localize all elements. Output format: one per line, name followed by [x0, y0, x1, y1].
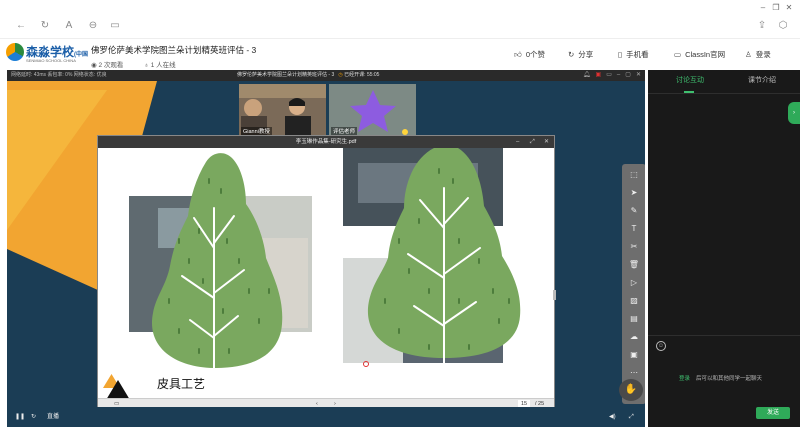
- scissors-tool-icon[interactable]: ✂: [626, 240, 642, 254]
- pdf-viewer[interactable]: 李玉琳作品集-研究生.pdf – ⤢ ✕ 皮具工艺 ▭ ‹ › 15 / 25: [97, 135, 556, 410]
- share-button[interactable]: ↻ 分享: [568, 49, 593, 60]
- trash-tool-icon[interactable]: 🗑︎: [626, 258, 642, 272]
- divider: [648, 335, 800, 336]
- phone-view-button[interactable]: ▯ 手机看: [618, 49, 649, 60]
- pause-icon[interactable]: ❚❚: [15, 407, 25, 427]
- back-arrow-icon[interactable]: ←: [14, 19, 28, 33]
- text-tool-icon[interactable]: T: [626, 222, 642, 236]
- volume-icon[interactable]: ◀︎): [609, 407, 616, 427]
- status-icons: 🔔︎ ▣ ▭ – ▢ ✕: [583, 70, 641, 81]
- online-count: ♁ 1 人在线: [144, 62, 176, 69]
- minimize-icon[interactable]: –: [756, 2, 770, 14]
- text-size-icon[interactable]: A: [62, 19, 76, 33]
- video-name: Gianni教授: [241, 127, 272, 135]
- classroom-stage: 网络延时: 43ms 丢包率: 0% 网络状态: 优良 佛罗伦萨美术学院图兰朵计…: [7, 70, 645, 427]
- share-out-icon[interactable]: ⇪: [755, 19, 769, 33]
- replay-icon[interactable]: ↻: [31, 407, 36, 427]
- media-tool-icon[interactable]: ▷: [626, 276, 642, 290]
- box-tool-icon[interactable]: ▣: [626, 348, 642, 362]
- video-tile-teacher[interactable]: Gianni教授: [239, 84, 326, 137]
- school-logo: 森淼学校(中国 SENMIAO SCHOOL CHINA: [6, 41, 88, 65]
- floating-widget-icon[interactable]: ›: [788, 102, 800, 124]
- send-button[interactable]: 发送: [756, 407, 790, 419]
- view-count: ◉ 2 次观看: [91, 62, 124, 69]
- emoji-icon[interactable]: ☺: [656, 341, 666, 351]
- slide-title: 皮具工艺: [157, 377, 206, 391]
- pointer-tool-icon[interactable]: ➤: [626, 186, 642, 200]
- cloud-tool-icon[interactable]: ☁: [626, 330, 642, 344]
- fullscreen-icon[interactable]: ▢: [625, 72, 631, 78]
- login-button[interactable]: ♙ 登录: [745, 49, 771, 60]
- comment-tool-icon[interactable]: ▤: [626, 312, 642, 326]
- close-icon[interactable]: ✕: [782, 2, 796, 14]
- link-icon[interactable]: ⊖: [86, 19, 100, 33]
- layout-icon[interactable]: ▭: [606, 72, 612, 78]
- refresh-icon[interactable]: ↻: [38, 19, 52, 33]
- browser-toolbar: ← ↻ A ⊖ ▭ – ❐ ✕ ⇪ ⬡: [0, 0, 800, 39]
- logo-mark-icon: [6, 43, 24, 61]
- tree-left: [151, 153, 283, 368]
- video-name: 评估老师: [331, 127, 358, 135]
- minimize-class-icon[interactable]: –: [617, 72, 620, 78]
- record-icon[interactable]: ▣: [596, 72, 602, 78]
- pdf-maximize-icon[interactable]: ⤢: [530, 136, 535, 148]
- cube-icon[interactable]: ⬡: [776, 19, 790, 33]
- fullscreen-expand-icon[interactable]: ⤢: [629, 407, 634, 427]
- course-title: 佛罗伦萨美术学院图兰朵计划精英班评估 - 3: [91, 45, 257, 55]
- pen-tool-icon[interactable]: ✎: [626, 204, 642, 218]
- player-controls: ❚❚ ↻ 直播 ◀︎) ⤢: [7, 407, 645, 427]
- tab-discussion[interactable]: 讨论互动: [676, 75, 704, 85]
- thumbs-up-icon: 👍︎: [514, 50, 522, 59]
- chat-login-hint: 登录 后可以和其他同学一起聊天: [679, 376, 763, 382]
- video-tile-evaluator[interactable]: 评估老师: [329, 84, 416, 137]
- classin-link[interactable]: ▭ ClassIn官网: [674, 49, 725, 60]
- image-tool-icon[interactable]: ▨: [626, 294, 642, 308]
- like-button[interactable]: 👍︎ 0个赞: [514, 49, 545, 60]
- pdf-slide-content: [103, 148, 556, 400]
- restore-icon[interactable]: ❐: [769, 2, 783, 14]
- panel-tabs: 讨论互动 课节介绍: [648, 70, 800, 94]
- timer-icon: ◷: [338, 72, 343, 78]
- phone-icon: ▯: [618, 50, 623, 59]
- course-header: 森淼学校(中国 SENMIAO SCHOOL CHINA 佛罗伦萨美术学院图兰朵…: [0, 39, 800, 70]
- raise-hand-button[interactable]: ✋: [619, 379, 643, 401]
- whiteboard-toolbar: ⬚ ➤ ✎ T ✂ 🗑︎ ▷ ▨ ▤ ☁ ▣ ⋯: [622, 164, 645, 404]
- active-tab-indicator: [684, 91, 694, 93]
- chat-login-link[interactable]: 登录: [679, 376, 690, 382]
- monitor-icon: ▭: [674, 50, 682, 59]
- status-bar: 网络延时: 43ms 丢包率: 0% 网络状态: 优良 佛罗伦萨美术学院图兰朵计…: [7, 70, 645, 81]
- pdf-title-bar: 李玉琳作品集-研究生.pdf: [98, 136, 554, 148]
- exit-icon[interactable]: ✕: [636, 72, 641, 78]
- more-tool-icon[interactable]: ⋯: [626, 366, 642, 380]
- pdf-minimize-icon[interactable]: –: [516, 136, 519, 148]
- network-status: 网络延时: 43ms 丢包率: 0% 网络状态: 优良: [11, 72, 107, 78]
- status-title: 佛罗伦萨美术学院图兰朵计划精英班评估 - 3 ◷ 已经开课: 55:05: [237, 72, 380, 78]
- pdf-close-icon[interactable]: ✕: [544, 136, 549, 148]
- discussion-panel: 讨论互动 课节介绍 ☺ 登录 后可以和其他同学一起聊天 发送: [648, 70, 800, 427]
- logo-subtitle: SENMIAO SCHOOL CHINA: [26, 58, 76, 63]
- live-label: 直播: [47, 414, 60, 420]
- bell-icon[interactable]: 🔔︎: [583, 72, 591, 78]
- tab-intro[interactable]: 课节介绍: [748, 75, 776, 85]
- share-icon: ↻: [568, 50, 575, 59]
- select-tool-icon[interactable]: ⬚: [626, 168, 642, 182]
- window-icon[interactable]: ▭: [108, 19, 122, 33]
- online-icon: ♁: [144, 62, 151, 69]
- user-icon: ♙: [745, 50, 752, 59]
